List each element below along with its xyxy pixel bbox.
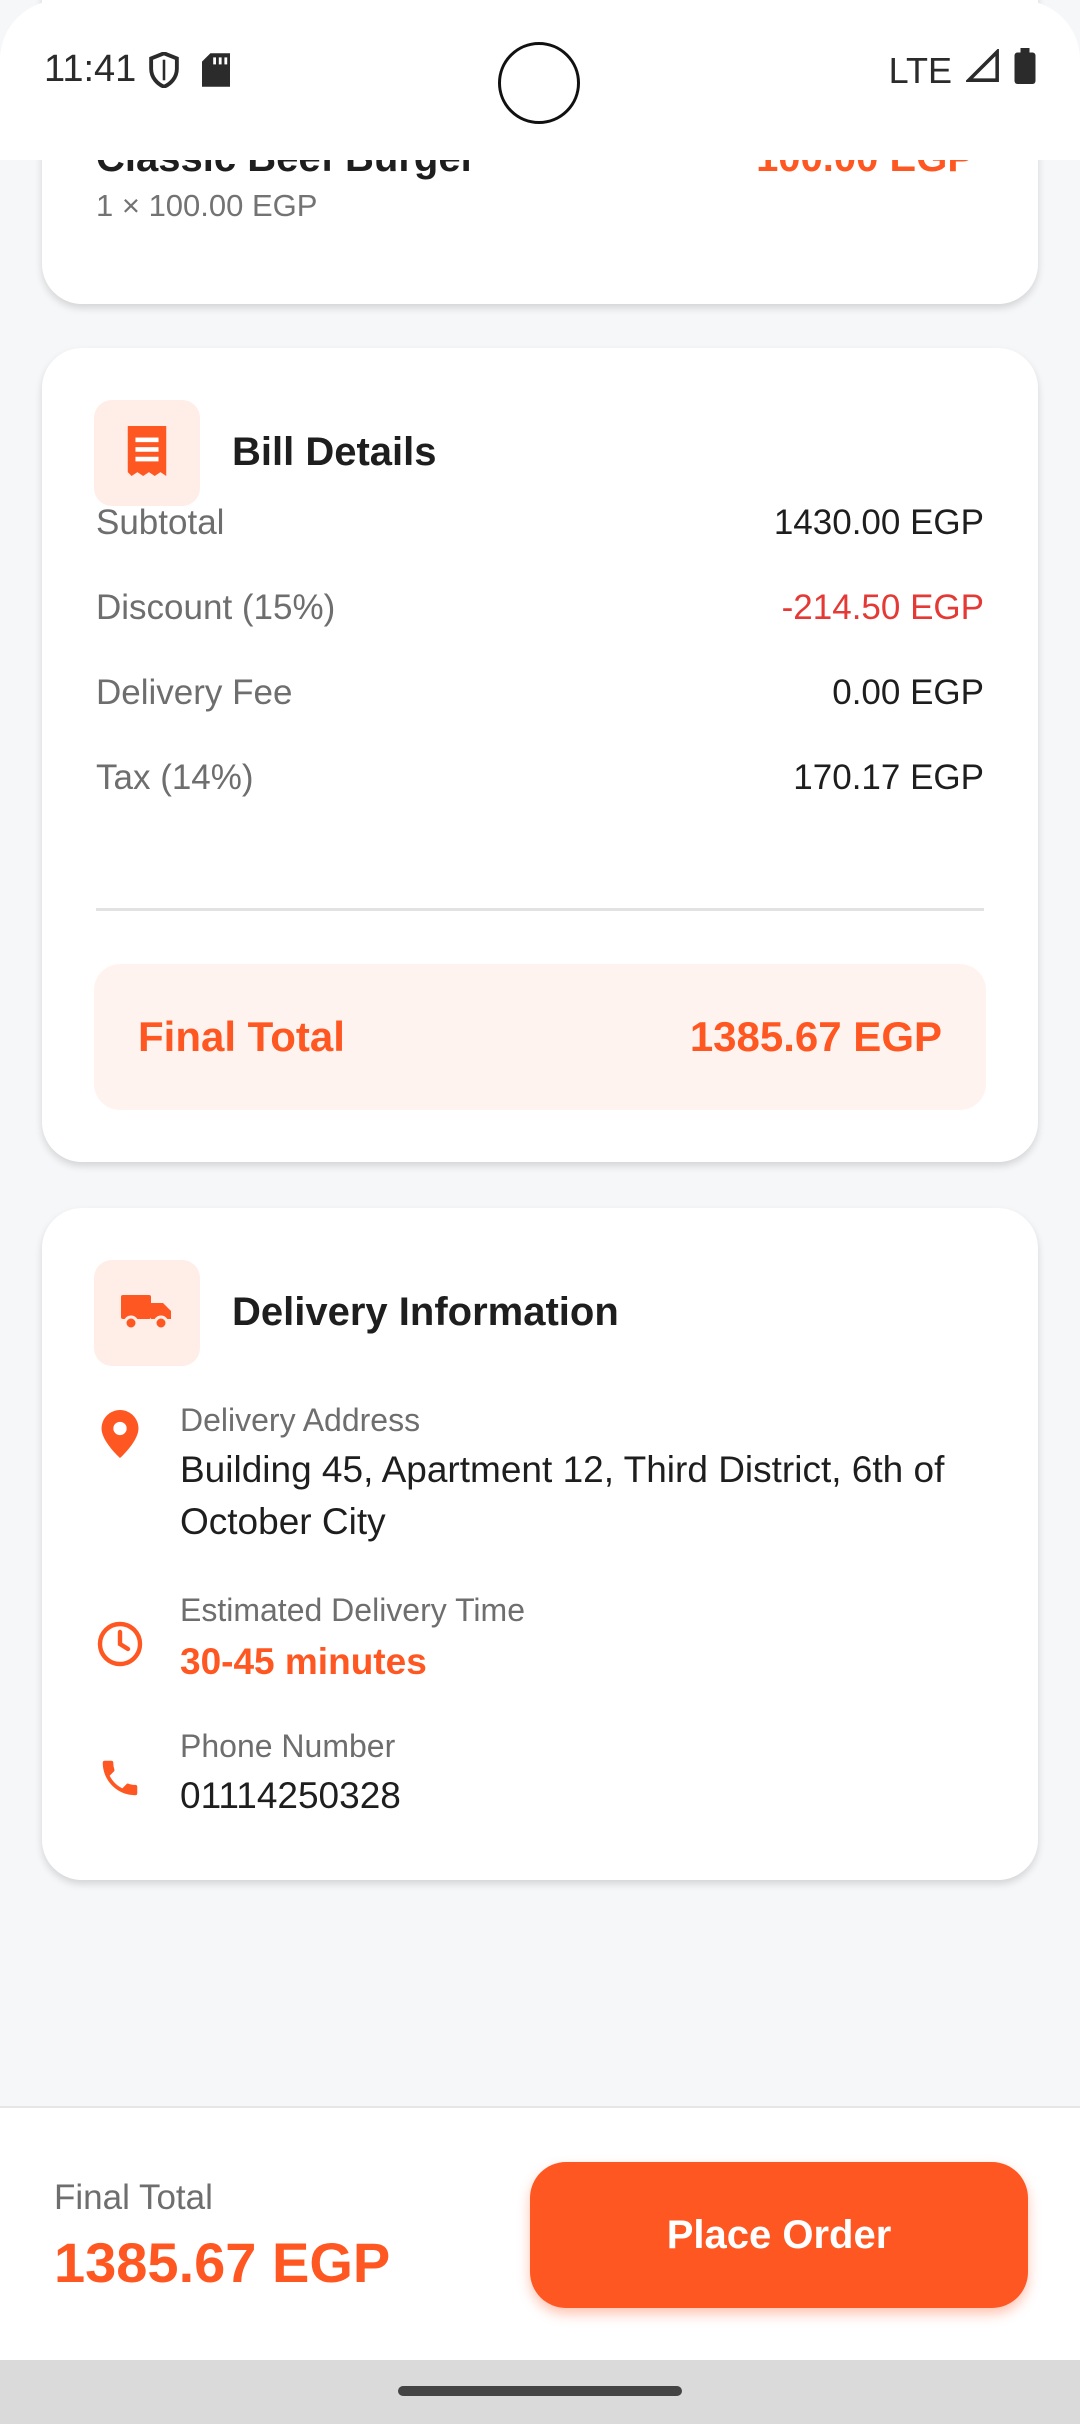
camera-cutout	[498, 42, 580, 124]
bill-row-label: Delivery Fee	[96, 673, 293, 712]
delivery-info-card: Delivery Information Delivery Address Bu…	[42, 1208, 1038, 1880]
home-handle[interactable]	[398, 2386, 682, 2396]
final-total-value: 1385.67 EGP	[689, 1013, 942, 1060]
bill-row-delivery-fee: Delivery Fee 0.00 EGP	[96, 668, 984, 718]
bill-row-value: 170.17 EGP	[793, 758, 984, 797]
truck-icon	[121, 1291, 173, 1336]
receipt-icon-box	[94, 400, 200, 506]
bill-row-discount: Discount (15%) -214.50 EGP	[96, 583, 984, 633]
item-quantity: 1 × 100.00 EGP	[96, 188, 318, 223]
status-time: 11:41	[44, 48, 137, 90]
place-order-button[interactable]: Place Order	[530, 2162, 1028, 2308]
system-nav-bar	[0, 2360, 1080, 2424]
truck-icon-box	[94, 1260, 200, 1366]
address-value: Building 45, Apartment 12, Third Distric…	[180, 1449, 945, 1542]
battery-icon	[1014, 48, 1036, 93]
phone-value: 01114250328	[180, 1775, 401, 1816]
bill-row-value: -214.50 EGP	[781, 588, 984, 627]
status-left-icons	[148, 51, 230, 93]
bill-row-label: Tax (14%)	[96, 758, 254, 797]
sd-card-icon	[202, 53, 230, 92]
bill-row-value: 0.00 EGP	[832, 673, 984, 712]
phone-label: Phone Number	[180, 1728, 396, 1764]
shield-icon	[148, 51, 180, 93]
delivery-info-title: Delivery Information	[232, 1290, 619, 1334]
location-pin-icon	[94, 1408, 146, 1460]
bill-row-value: 1430.00 EGP	[773, 503, 984, 542]
delivery-time-value: 30-45 minutes	[180, 1641, 427, 1682]
signal-icon	[964, 47, 1000, 92]
status-bar: 11:41 LTE	[0, 0, 1080, 160]
bottom-total-label: Final Total	[54, 2178, 213, 2217]
bill-row-label: Subtotal	[96, 503, 225, 542]
bill-details-title: Bill Details	[232, 430, 437, 474]
bill-details-card: Bill Details Subtotal 1430.00 EGP Discou…	[42, 348, 1038, 1162]
clock-icon	[94, 1618, 146, 1670]
bottom-total-value: 1385.67 EGP	[54, 2231, 391, 2294]
bill-row-tax: Tax (14%) 170.17 EGP	[96, 753, 984, 803]
divider	[96, 908, 984, 911]
final-total-box: Final Total 1385.67 EGP	[94, 964, 986, 1110]
receipt-icon	[125, 425, 169, 481]
status-right: LTE	[888, 47, 1036, 93]
phone-icon	[94, 1752, 146, 1804]
bottom-checkout-bar: Final Total 1385.67 EGP Place Order	[0, 2106, 1080, 2360]
address-label: Delivery Address	[180, 1402, 421, 1438]
bill-row-label: Discount (15%)	[96, 588, 336, 627]
final-total-label: Final Total	[138, 1013, 345, 1060]
bill-row-subtotal: Subtotal 1430.00 EGP	[96, 498, 984, 548]
network-type: LTE	[888, 49, 952, 91]
delivery-time-label: Estimated Delivery Time	[180, 1592, 525, 1628]
